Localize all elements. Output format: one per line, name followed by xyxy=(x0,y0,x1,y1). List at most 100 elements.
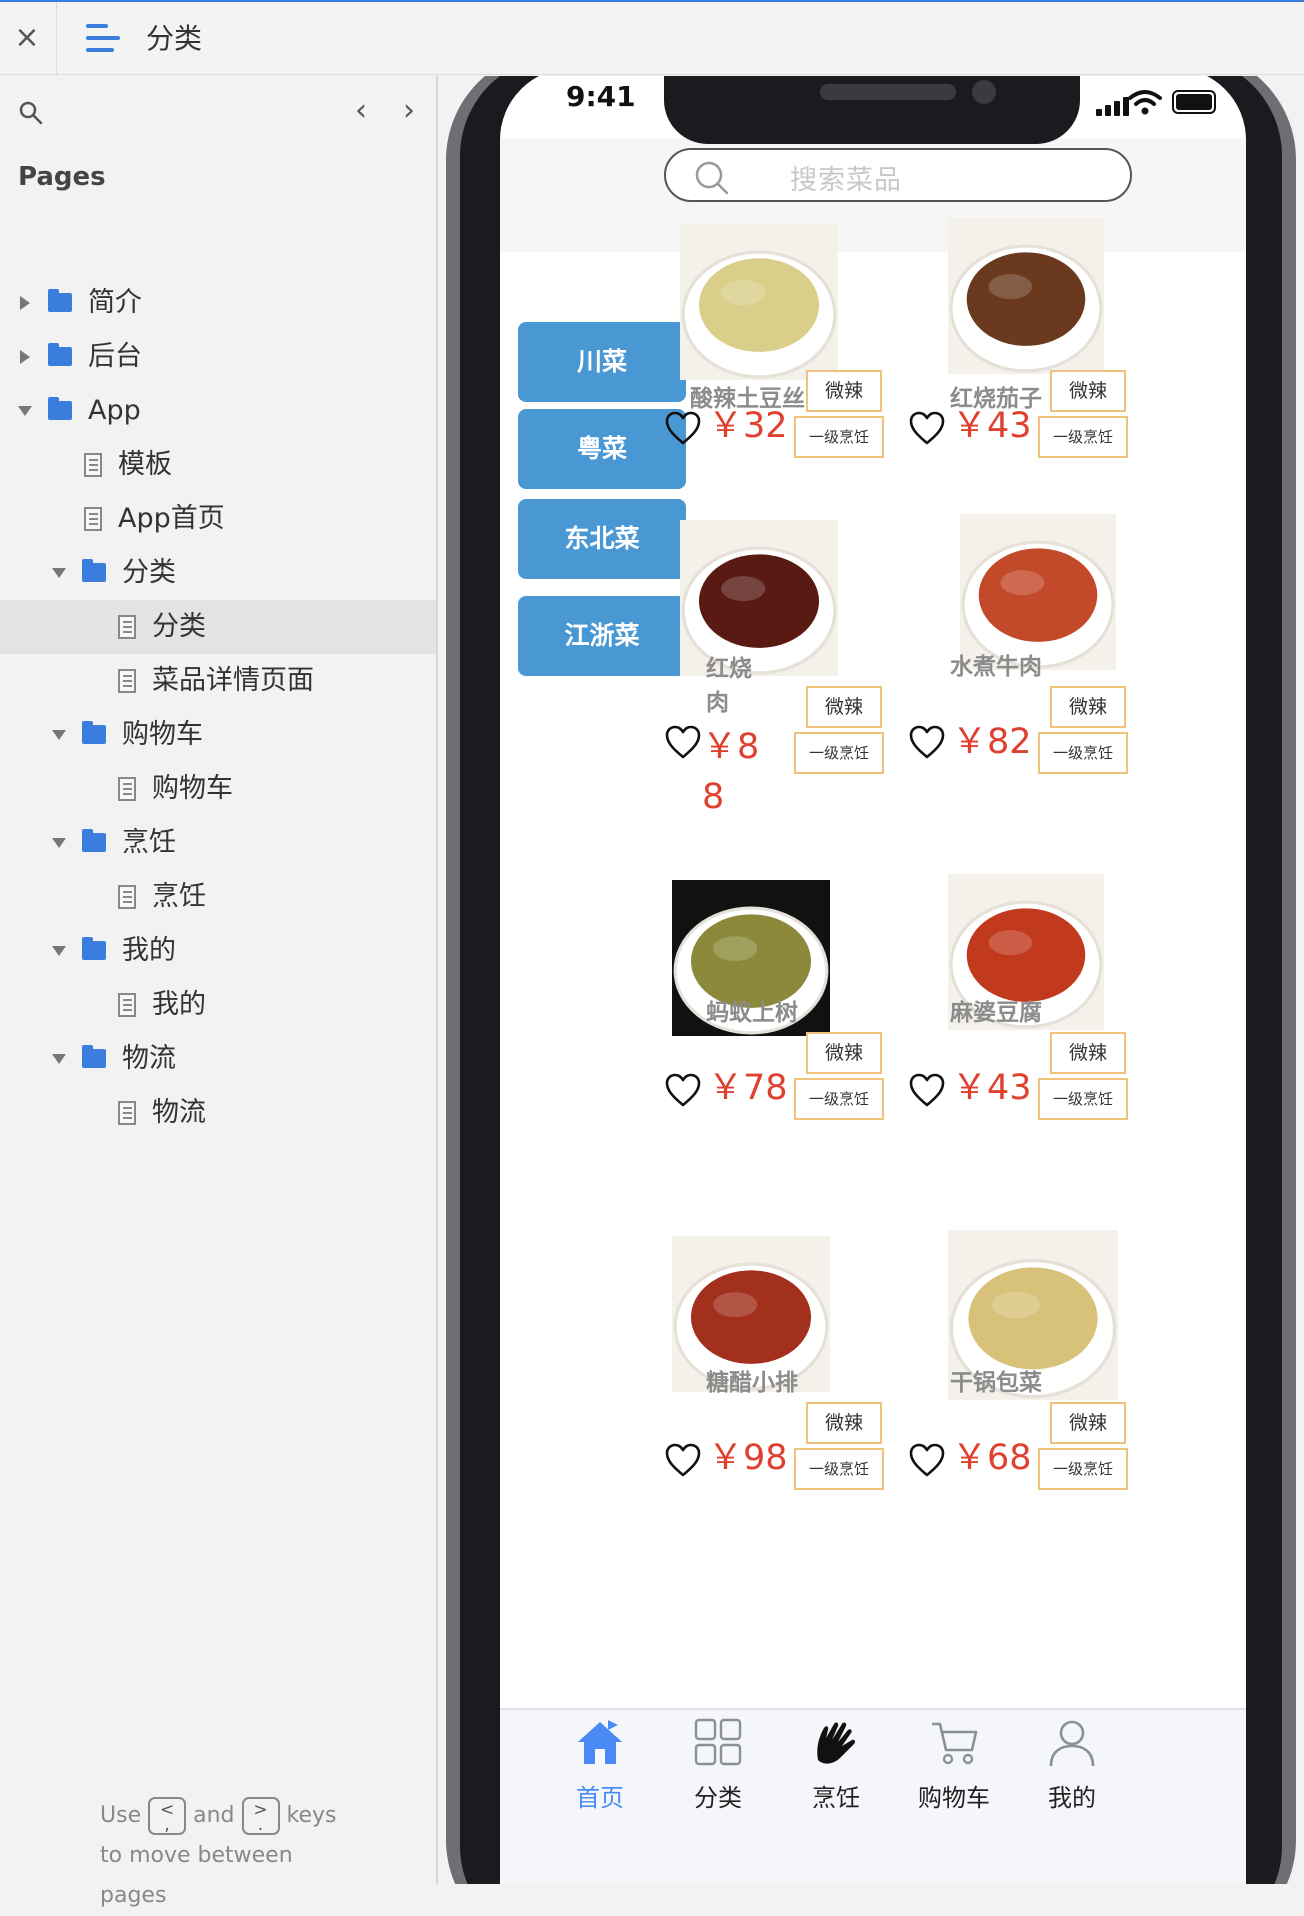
dish-image[interactable] xyxy=(680,224,838,380)
close-button[interactable]: × xyxy=(12,20,42,56)
tree-item-5[interactable]: 分类 xyxy=(0,546,436,600)
search-placeholder: 搜索菜品 xyxy=(790,165,902,196)
tree-item-label: 模板 xyxy=(118,449,172,480)
expanded-arrow-icon[interactable] xyxy=(52,838,66,848)
spicy-tag: 微辣 xyxy=(1050,1402,1126,1444)
favorite-heart-icon[interactable] xyxy=(908,410,946,446)
dish-price: ￥43 xyxy=(952,406,1032,446)
favorite-heart-icon[interactable] xyxy=(664,724,702,760)
tab-label: 我的 xyxy=(1048,1784,1096,1812)
tree-item-label: 简介 xyxy=(88,287,142,318)
expanded-arrow-icon[interactable] xyxy=(52,1054,66,1064)
tree-item-6[interactable]: 分类 xyxy=(0,600,436,654)
dish-name: 麻婆豆腐 xyxy=(950,1000,1042,1026)
folder-icon xyxy=(48,343,72,366)
tree-item-4[interactable]: App首页 xyxy=(0,492,436,546)
tree-item-2[interactable]: App xyxy=(0,384,436,438)
user-icon xyxy=(1046,1716,1098,1768)
next-key: >. xyxy=(241,1797,280,1835)
top-bar: × 分类 xyxy=(0,2,1304,75)
next-key-bottom: . xyxy=(257,1815,264,1835)
tree-item-label: 分类 xyxy=(122,557,176,588)
spicy-tag: 微辣 xyxy=(806,686,882,728)
hint-and: and xyxy=(193,1803,235,1828)
dish-price: ￥32 xyxy=(708,406,788,446)
category-button-3[interactable]: 江浙菜 xyxy=(518,596,686,676)
favorite-heart-icon[interactable] xyxy=(664,1072,702,1108)
phone-notch xyxy=(664,76,1080,144)
spicy-tag: 微辣 xyxy=(1050,370,1126,412)
tree-item-8[interactable]: 购物车 xyxy=(0,708,436,762)
tree-item-10[interactable]: 烹饪 xyxy=(0,816,436,870)
dish-price: ￥98 xyxy=(708,1438,788,1478)
folder-icon xyxy=(82,1045,106,1068)
wifi-icon xyxy=(1128,90,1162,115)
speaker-grille xyxy=(820,84,956,100)
page-icon xyxy=(118,1101,136,1125)
favorite-heart-icon[interactable] xyxy=(908,1072,946,1108)
favorite-heart-icon[interactable] xyxy=(664,410,702,446)
pages-heading: Pages xyxy=(18,162,106,192)
phone-bezel: 9:41 搜索菜品 川菜 粤菜 东北菜 江浙菜 酸辣土豆丝 ￥32 微辣 一级烹… xyxy=(460,76,1282,1884)
expanded-arrow-icon[interactable] xyxy=(52,730,66,740)
dish-name: 水煮牛肉 xyxy=(950,654,1042,680)
pages-sidebar: ‹ › Pages 简介 后台 App 模板 App首页 分类 分类 菜品详情页面 购物车 购物车… xyxy=(0,76,438,1908)
folder-icon xyxy=(48,289,72,312)
category-button-0[interactable]: 川菜 xyxy=(518,322,686,402)
page-title: 分类 xyxy=(146,22,203,55)
page-icon xyxy=(118,777,136,801)
tree-item-label: 物流 xyxy=(152,1097,206,1128)
dish-search-input[interactable]: 搜索菜品 xyxy=(664,148,1132,202)
expanded-arrow-icon[interactable] xyxy=(18,406,32,416)
search-icon xyxy=(695,161,729,195)
cooking-level-tag: 一级烹饪 xyxy=(1038,1078,1128,1120)
keyboard-hint: Use <, and >. keys to move between pages xyxy=(100,1796,360,1916)
tree-item-7[interactable]: 菜品详情页面 xyxy=(0,654,436,708)
dish-image[interactable] xyxy=(960,514,1116,670)
bottom-tab-bar: 首页 分类 烹饪 购物车 我的 xyxy=(500,1708,1246,1884)
hands-icon xyxy=(810,1716,862,1768)
category-button-2[interactable]: 东北菜 xyxy=(518,499,686,579)
collapsed-arrow-icon[interactable] xyxy=(20,296,30,310)
dish-price: ￥82 xyxy=(952,722,1032,762)
tree-item-3[interactable]: 模板 xyxy=(0,438,436,492)
tree-item-1[interactable]: 后台 xyxy=(0,330,436,384)
favorite-heart-icon[interactable] xyxy=(664,1442,702,1478)
tab-user[interactable]: 我的 xyxy=(1002,1710,1142,1820)
expanded-arrow-icon[interactable] xyxy=(52,568,66,578)
battery-icon xyxy=(1172,90,1216,114)
tree-item-label: 购物车 xyxy=(122,719,203,750)
spicy-tag: 微辣 xyxy=(806,370,882,412)
dish-name: 红烧肉 xyxy=(706,656,752,716)
tree-item-label: 分类 xyxy=(152,611,206,642)
page-icon xyxy=(84,453,102,477)
tree-item-0[interactable]: 简介 xyxy=(0,276,436,330)
collapsed-arrow-icon[interactable] xyxy=(20,350,30,364)
category-button-1[interactable]: 粤菜 xyxy=(518,409,686,489)
tree-item-11[interactable]: 烹饪 xyxy=(0,870,436,924)
menu-icon[interactable] xyxy=(86,22,120,54)
preview-canvas: 9:41 搜索菜品 川菜 粤菜 东北菜 江浙菜 酸辣土豆丝 ￥32 微辣 一级烹… xyxy=(440,76,1304,1884)
tree-item-9[interactable]: 购物车 xyxy=(0,762,436,816)
next-page-button[interactable]: › xyxy=(394,94,424,128)
dish-price: ￥78 xyxy=(708,1068,788,1108)
cooking-level-tag: 一级烹饪 xyxy=(1038,732,1128,774)
tree-item-14[interactable]: 物流 xyxy=(0,1032,436,1086)
tree-item-label: 后台 xyxy=(88,341,142,372)
tree-item-12[interactable]: 我的 xyxy=(0,924,436,978)
spicy-tag: 微辣 xyxy=(806,1402,882,1444)
tree-item-13[interactable]: 我的 xyxy=(0,978,436,1032)
prev-key-bottom: , xyxy=(164,1815,170,1835)
dish-image[interactable] xyxy=(680,520,838,676)
dish-price: ￥68 xyxy=(952,1438,1032,1478)
favorite-heart-icon[interactable] xyxy=(908,724,946,760)
page-icon xyxy=(118,993,136,1017)
dish-image[interactable] xyxy=(948,218,1104,374)
expanded-arrow-icon[interactable] xyxy=(52,946,66,956)
favorite-heart-icon[interactable] xyxy=(908,1442,946,1478)
search-icon[interactable] xyxy=(18,100,44,126)
home-icon xyxy=(574,1716,626,1768)
tree-item-15[interactable]: 物流 xyxy=(0,1086,436,1140)
previous-page-button[interactable]: ‹ xyxy=(346,94,376,128)
page-icon xyxy=(118,885,136,909)
